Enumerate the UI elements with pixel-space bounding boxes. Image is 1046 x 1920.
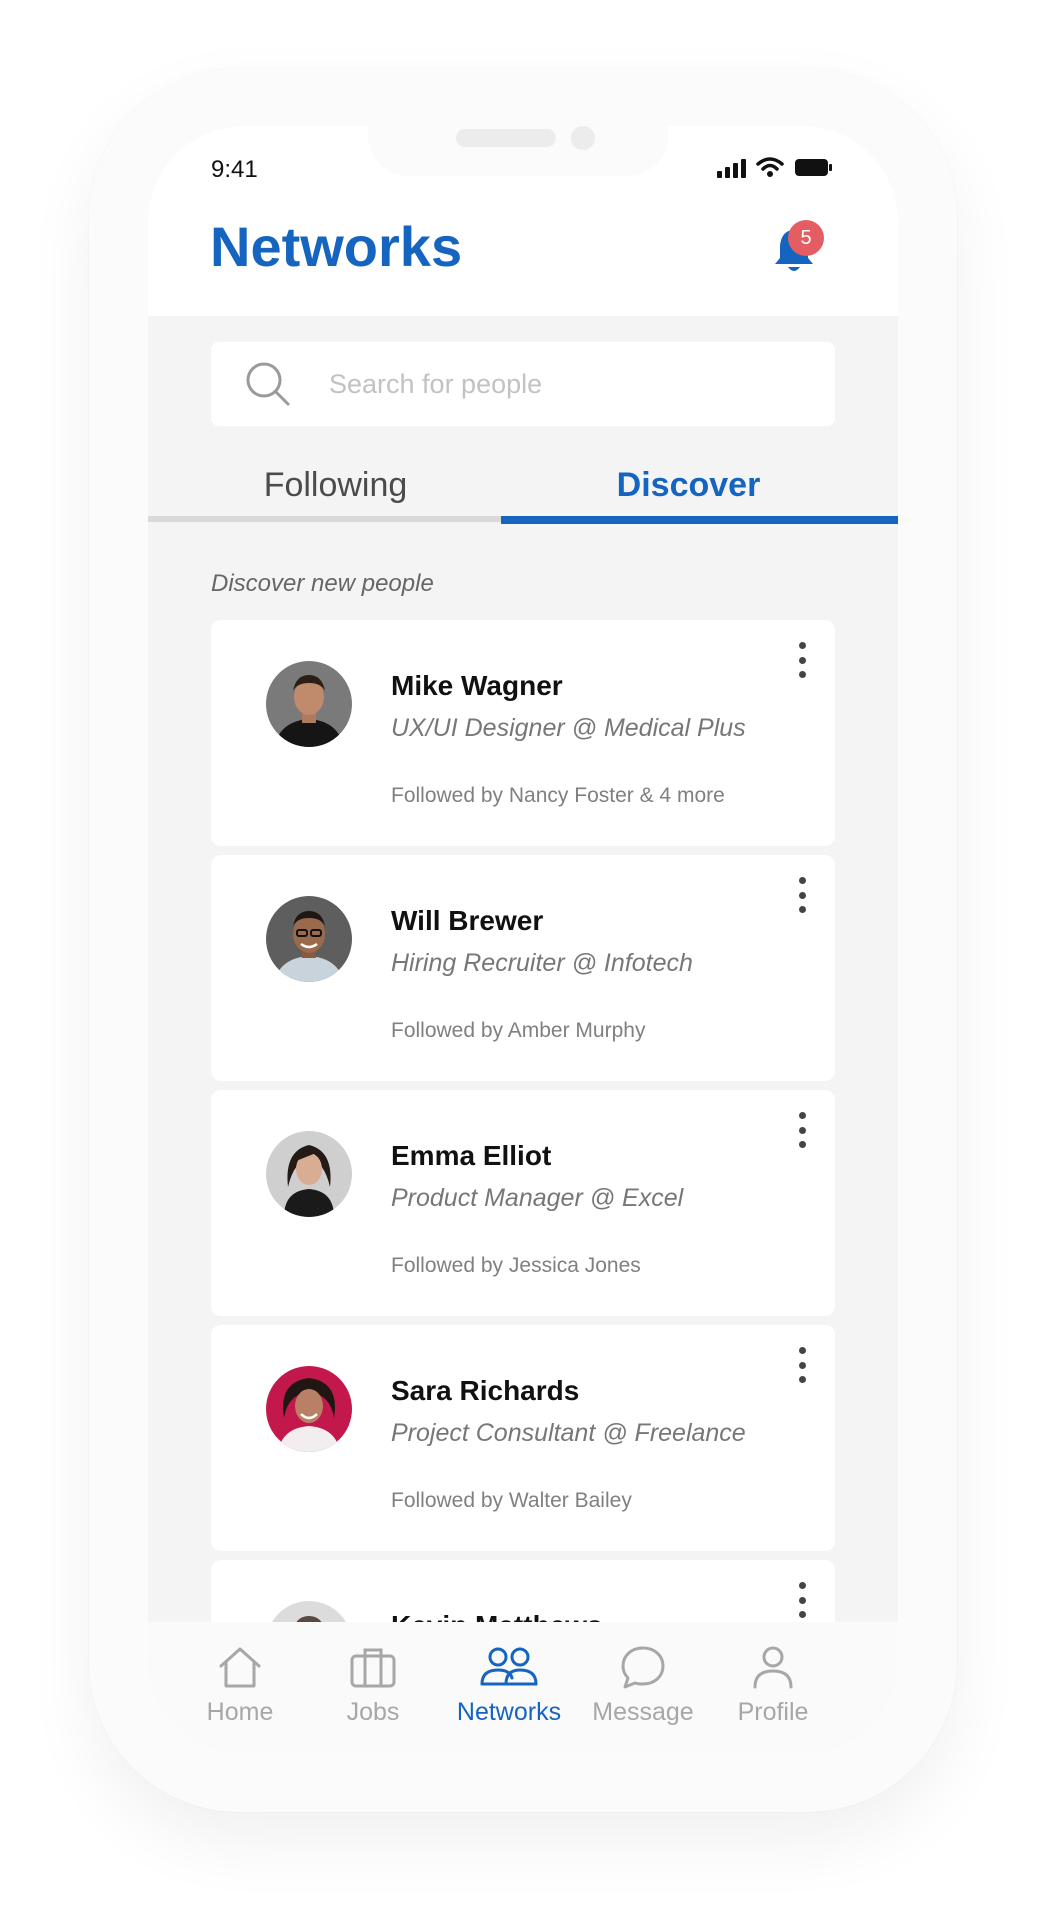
search-icon xyxy=(246,362,290,406)
nav-jobs[interactable]: Jobs xyxy=(308,1644,438,1727)
phone-screen: 9:41 Networks 5 Search for people Follow… xyxy=(148,126,898,1754)
user-icon xyxy=(753,1646,793,1689)
mutual-followers: Followed by Jessica Jones xyxy=(391,1254,641,1277)
avatar xyxy=(266,896,352,982)
nav-networks[interactable]: Networks xyxy=(444,1644,574,1727)
person-name: Sara Richards xyxy=(391,1375,580,1406)
person-role: Project Consultant @ Freelance xyxy=(391,1419,746,1447)
nav-label: Profile xyxy=(737,1698,809,1726)
person-role: Product Manager @ Excel xyxy=(391,1184,684,1212)
person-name: Mike Wagner xyxy=(391,670,563,701)
person-card[interactable]: Emma Elliot Product Manager @ Excel Foll… xyxy=(211,1090,835,1316)
nav-label: Message xyxy=(592,1698,694,1726)
more-options-icon[interactable] xyxy=(794,1112,810,1148)
status-icons xyxy=(717,156,834,178)
more-options-icon[interactable] xyxy=(794,1347,810,1383)
person-role: Hiring Recruiter @ Infotech xyxy=(391,949,693,977)
person-name: Emma Elliot xyxy=(391,1140,552,1171)
battery-icon xyxy=(795,159,832,176)
signal-icon xyxy=(717,156,746,178)
speaker-grille xyxy=(456,129,556,147)
people-icon xyxy=(480,1647,538,1686)
more-options-icon[interactable] xyxy=(794,877,810,913)
person-card[interactable]: Will Brewer Hiring Recruiter @ Infotech … xyxy=(211,855,835,1081)
search-bar[interactable] xyxy=(211,342,835,426)
mutual-followers: Followed by Nancy Foster & 4 more xyxy=(391,784,725,807)
nav-label: Home xyxy=(206,1698,274,1726)
mutual-followers: Followed by Walter Bailey xyxy=(391,1489,632,1512)
tab-bar: Following Discover xyxy=(148,466,898,524)
mutual-followers: Followed by Amber Murphy xyxy=(391,1019,646,1042)
tab-following[interactable]: Following xyxy=(148,466,523,516)
bottom-navigation: Home Jobs Networks Message Profile xyxy=(148,1622,898,1754)
person-card[interactable]: Mike Wagner UX/UI Designer @ Medical Plu… xyxy=(211,620,835,846)
front-camera xyxy=(571,126,595,150)
avatar xyxy=(266,661,352,747)
nav-label: Networks xyxy=(456,1698,562,1726)
search-input[interactable] xyxy=(327,367,791,401)
page-title: Networks xyxy=(210,215,463,278)
avatar xyxy=(266,1366,352,1452)
person-name: Will Brewer xyxy=(391,905,544,936)
avatar xyxy=(266,1131,352,1217)
nav-home[interactable]: Home xyxy=(175,1644,305,1727)
nav-label: Jobs xyxy=(346,1698,400,1726)
status-time: 9:41 xyxy=(211,156,258,183)
person-card[interactable]: Sara Richards Project Consultant @ Freel… xyxy=(211,1325,835,1551)
briefcase-icon xyxy=(350,1648,396,1688)
tab-active-indicator xyxy=(501,516,898,524)
nav-profile[interactable]: Profile xyxy=(708,1644,838,1727)
person-role: UX/UI Designer @ Medical Plus xyxy=(391,714,746,742)
nav-message[interactable]: Message xyxy=(578,1644,708,1727)
more-options-icon[interactable] xyxy=(794,642,810,678)
home-icon xyxy=(219,1647,261,1688)
tab-discover[interactable]: Discover xyxy=(501,466,876,516)
chat-bubble-icon xyxy=(621,1646,665,1689)
notification-badge: 5 xyxy=(788,220,824,256)
section-label: Discover new people xyxy=(211,570,434,597)
more-options-icon[interactable] xyxy=(794,1582,810,1618)
wifi-icon xyxy=(756,157,784,177)
